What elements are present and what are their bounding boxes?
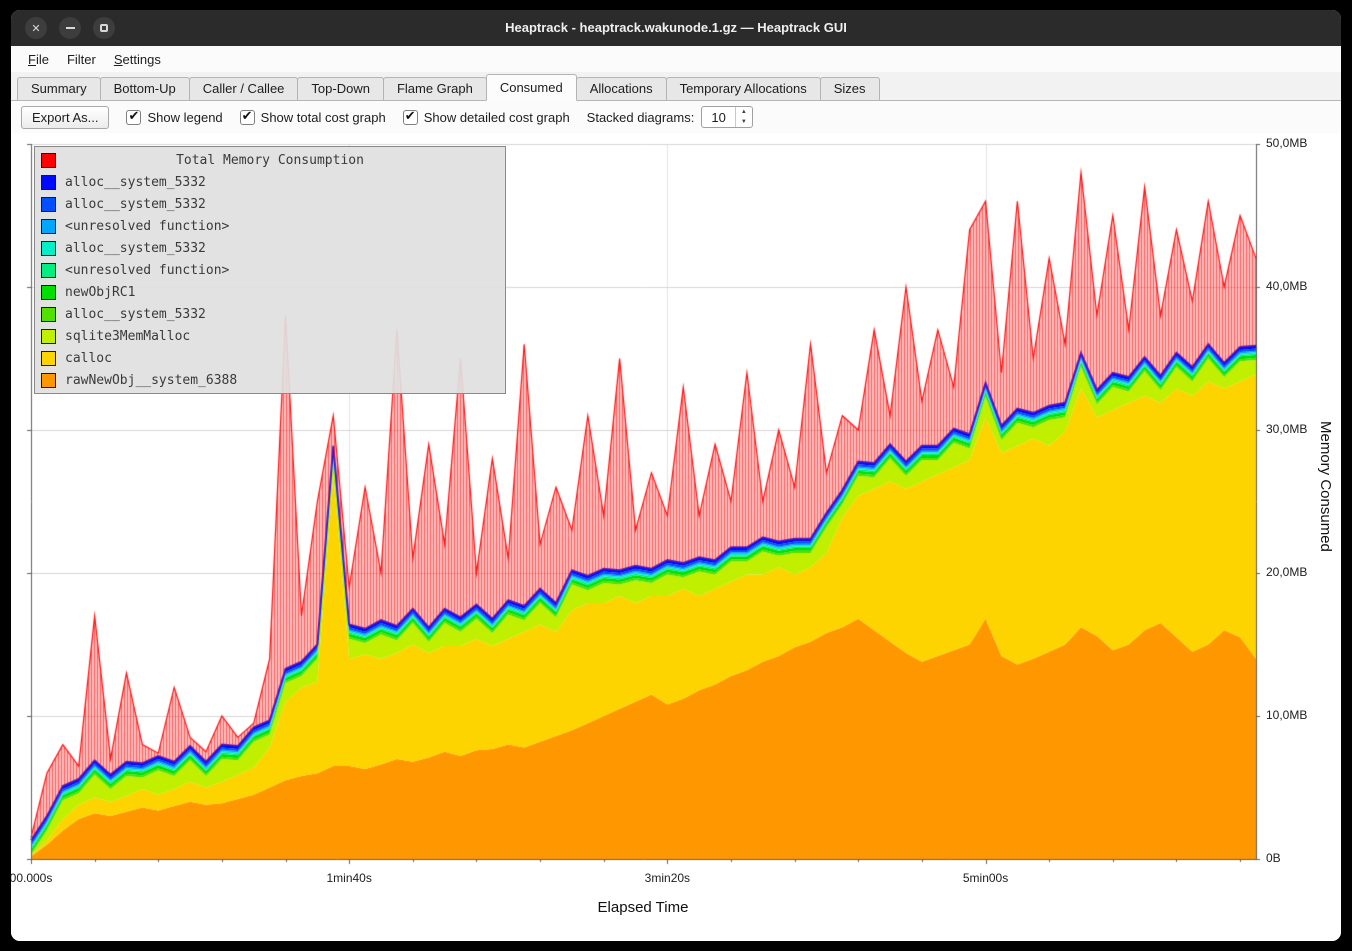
checkbox-icon[interactable]: [126, 110, 141, 125]
y-tick-label: 50,0MB: [1266, 136, 1307, 150]
legend-item: <unresolved function>: [35, 215, 505, 237]
chart-legend: Total Memory Consumption alloc__system_5…: [34, 146, 506, 394]
window-title: Heaptrack - heaptrack.wakunode.1.gz — He…: [11, 10, 1341, 46]
x-tick-label: 5min00s: [963, 871, 1008, 885]
legend-item: calloc: [35, 347, 505, 369]
legend-label: calloc: [65, 351, 112, 366]
show-detailed-cost-graph-checkbox[interactable]: Show detailed cost graph: [403, 110, 570, 125]
legend-label: alloc__system_5332: [65, 175, 206, 190]
legend-swatch: [41, 285, 56, 300]
stacked-diagrams-spinbox[interactable]: 10: [701, 106, 752, 128]
spin-arrows: [735, 107, 752, 127]
x-axis-title: Elapsed Time: [598, 899, 689, 916]
y-tick-label: 10,0MB: [1266, 708, 1307, 722]
spin-up-icon[interactable]: [736, 107, 752, 117]
legend-label: alloc__system_5332: [65, 307, 206, 322]
tab-bar: Summary Bottom-Up Caller / Callee Top-Do…: [11, 72, 1341, 101]
tab-top-down[interactable]: Top-Down: [297, 77, 384, 100]
stacked-diagrams-control: Stacked diagrams: 10: [587, 106, 753, 128]
checkbox-icon[interactable]: [240, 110, 255, 125]
heaptrack-window: Heaptrack - heaptrack.wakunode.1.gz — He…: [11, 10, 1341, 941]
legend-swatch: [41, 351, 56, 366]
legend-swatch: [41, 241, 56, 256]
show-total-cost-graph-checkbox[interactable]: Show total cost graph: [240, 110, 386, 125]
menu-settings[interactable]: Settings: [105, 49, 170, 70]
menu-filter[interactable]: Filter: [58, 49, 105, 70]
legend-swatch: [41, 373, 56, 388]
y-tick-label: 0B: [1266, 851, 1281, 865]
legend-swatch: [41, 175, 56, 190]
tab-bottom-up[interactable]: Bottom-Up: [100, 77, 190, 100]
legend-title-row: Total Memory Consumption: [35, 149, 505, 171]
tab-consumed[interactable]: Consumed: [486, 74, 577, 101]
tab-allocations[interactable]: Allocations: [576, 77, 667, 100]
y-axis-title: Memory Consumed: [1317, 421, 1334, 552]
legend-swatch: [41, 307, 56, 322]
show-legend-checkbox[interactable]: Show legend: [126, 110, 222, 125]
tab-temporary-allocations[interactable]: Temporary Allocations: [666, 77, 821, 100]
tab-sizes[interactable]: Sizes: [820, 77, 880, 100]
legend-swatch-total: [41, 153, 56, 168]
checkbox-label: Show total cost graph: [261, 110, 386, 125]
legend-item: newObjRC1: [35, 281, 505, 303]
legend-item: sqlite3MemMalloc: [35, 325, 505, 347]
y-tick-label: 40,0MB: [1266, 279, 1307, 293]
checkbox-label: Show legend: [147, 110, 222, 125]
y-tick-label: 20,0MB: [1266, 565, 1307, 579]
legend-title: Total Memory Consumption: [65, 153, 475, 168]
menu-file[interactable]: File: [19, 49, 58, 70]
export-as-button[interactable]: Export As...: [21, 106, 109, 129]
toolbar: Export As... Show legend Show total cost…: [11, 101, 1341, 133]
legend-item: <unresolved function>: [35, 259, 505, 281]
legend-label: <unresolved function>: [65, 219, 229, 234]
y-tick-label: 30,0MB: [1266, 422, 1307, 436]
legend-label: sqlite3MemMalloc: [65, 329, 190, 344]
checkbox-icon[interactable]: [403, 110, 418, 125]
legend-label: <unresolved function>: [65, 263, 229, 278]
titlebar[interactable]: Heaptrack - heaptrack.wakunode.1.gz — He…: [11, 10, 1341, 46]
legend-item: alloc__system_5332: [35, 303, 505, 325]
legend-swatch: [41, 197, 56, 212]
legend-label: rawNewObj__system_6388: [65, 373, 237, 388]
chart-area: Total Memory Consumption alloc__system_5…: [11, 133, 1341, 941]
x-tick-label: 1min40s: [326, 871, 371, 885]
legend-item: alloc__system_5332: [35, 171, 505, 193]
x-tick-label: 3min20s: [645, 871, 690, 885]
spin-down-icon[interactable]: [736, 117, 752, 127]
tab-flame-graph[interactable]: Flame Graph: [383, 77, 487, 100]
menubar: File Filter Settings: [11, 46, 1341, 72]
legend-label: alloc__system_5332: [65, 197, 206, 212]
legend-swatch: [41, 219, 56, 234]
tab-caller-callee[interactable]: Caller / Callee: [189, 77, 299, 100]
legend-item: alloc__system_5332: [35, 193, 505, 215]
legend-label: alloc__system_5332: [65, 241, 206, 256]
legend-item: alloc__system_5332: [35, 237, 505, 259]
legend-swatch: [41, 329, 56, 344]
legend-label: newObjRC1: [65, 285, 135, 300]
checkbox-label: Show detailed cost graph: [424, 110, 570, 125]
stacked-diagrams-value[interactable]: 10: [702, 107, 734, 127]
stacked-diagrams-label: Stacked diagrams:: [587, 110, 695, 125]
legend-swatch: [41, 263, 56, 278]
tab-summary[interactable]: Summary: [17, 77, 101, 100]
legend-item: rawNewObj__system_6388: [35, 369, 505, 391]
x-tick-label: 00.000s: [11, 871, 52, 885]
